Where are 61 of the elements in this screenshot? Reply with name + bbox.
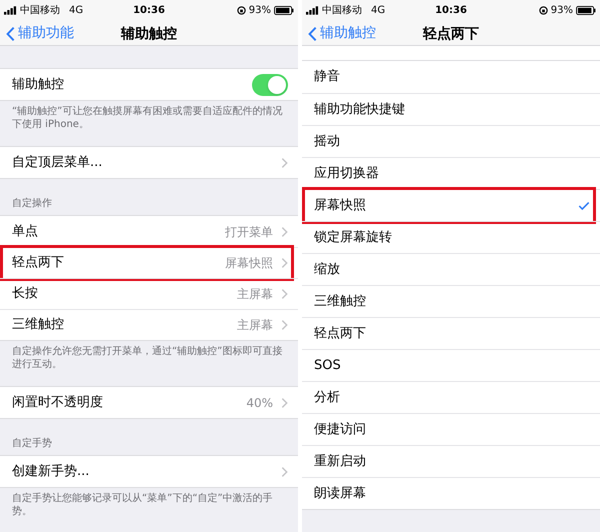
chevron-icon — [281, 319, 288, 331]
clock-text: 10:36 — [132, 4, 166, 18]
section-header: 自定操作 — [12, 196, 52, 211]
signal-icon — [4, 6, 17, 14]
settings-row[interactable]: 闲置时不透明度 40% — [0, 387, 298, 418]
settings-row[interactable]: 创建新手势... — [0, 456, 298, 487]
nav-title: 辅助触控 — [121, 26, 177, 42]
settings-row[interactable]: 便捷访问 — [302, 413, 600, 445]
nav-title: 轻点两下 — [423, 26, 479, 42]
chevron-icon — [281, 288, 288, 300]
settings-row[interactable]: 朗读屏幕 — [302, 477, 600, 509]
row-value: 40% — [246, 394, 273, 412]
battery-text: 93% — [550, 4, 573, 18]
chevron-icon — [281, 466, 288, 478]
battery-icon — [274, 6, 294, 14]
chevron-icon — [281, 156, 288, 168]
row-value: 主屏幕 — [237, 286, 273, 303]
settings-row[interactable]: 单点 打开菜单 — [0, 216, 298, 247]
settings-row[interactable]: 重新启动 — [302, 445, 600, 477]
settings-row[interactable]: SOS — [302, 349, 600, 381]
rotation-lock-icon — [538, 6, 548, 14]
back-chevron-icon — [308, 26, 317, 42]
battery-icon — [576, 6, 596, 14]
footer-note: 自定手势让您能够记录可以从“菜单”下的“自定”中激活的手势。 — [12, 492, 274, 518]
settings-row[interactable]: 三维触控 — [302, 285, 600, 317]
clock-text: 10:36 — [434, 4, 468, 18]
settings-row[interactable]: 轻点两下 — [302, 317, 600, 349]
footer-note: “辅助触控”可让您在触摸屏幕有困难或需要自适应配件的情况下使用 iPhone。 — [12, 105, 284, 131]
back-button[interactable]: 辅助功能 — [6, 23, 74, 44]
section-header: 自定手势 — [12, 436, 52, 451]
network-text: 4G — [371, 4, 386, 18]
checkmark-icon — [578, 200, 590, 210]
carrier-text: 中国移动 — [322, 4, 362, 18]
settings-row[interactable]: 缩放 — [302, 253, 600, 285]
settings-row[interactable]: 自定顶层菜单... — [0, 147, 298, 178]
settings-row[interactable]: 轻点两下 屏幕快照 — [0, 247, 298, 278]
settings-row[interactable]: 锁定屏幕旋转 — [302, 221, 600, 253]
settings-row[interactable]: 分析 — [302, 381, 600, 413]
settings-row[interactable]: 辅助触控 — [0, 69, 298, 100]
battery-text: 93% — [248, 4, 271, 18]
network-text: 4G — [69, 4, 84, 18]
row-value: 屏幕快照 — [225, 255, 273, 272]
row-value: 主屏幕 — [237, 317, 273, 334]
settings-row[interactable]: 屏幕快照 — [302, 189, 600, 221]
chevron-icon — [281, 396, 288, 408]
settings-row[interactable]: 三维触控 主屏幕 — [0, 309, 298, 340]
back-chevron-icon — [6, 26, 15, 42]
settings-row[interactable]: 静音 — [302, 61, 600, 93]
rotation-lock-icon — [236, 6, 246, 14]
footer-note: 自定操作允许您无需打开菜单，通过“辅助触控”图标即可直接进行互动。 — [12, 345, 284, 371]
carrier-text: 中国移动 — [20, 4, 60, 18]
settings-row[interactable]: 摇动 — [302, 125, 600, 157]
chevron-icon — [281, 257, 288, 269]
settings-row[interactable]: 应用切换器 — [302, 157, 600, 189]
settings-row[interactable]: 长按 主屏幕 — [0, 278, 298, 309]
settings-row[interactable]: 辅助功能快捷键 — [302, 93, 600, 125]
chevron-icon — [281, 226, 288, 238]
back-button[interactable]: 辅助触控 — [308, 23, 376, 44]
row-value: 打开菜单 — [225, 224, 273, 240]
toggle-switch[interactable] — [252, 74, 288, 96]
signal-icon — [306, 6, 319, 14]
